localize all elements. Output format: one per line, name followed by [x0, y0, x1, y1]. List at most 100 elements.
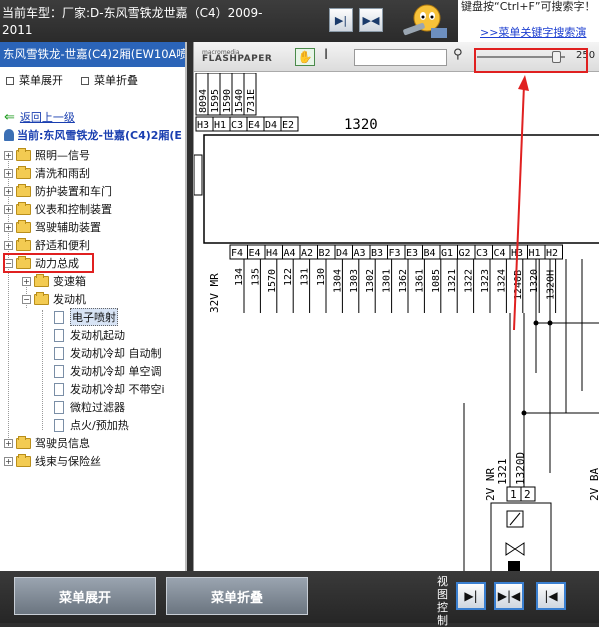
tree-item[interactable]: + 照明—信号 [4, 146, 90, 164]
left-panel: 东风雪铁龙-世嘉(C4)2厢(EW10A喷 菜单展开 菜单折叠 ⇐ 返回上一级 当… [0, 42, 187, 571]
folder-icon [34, 273, 49, 287]
view-split-button[interactable]: ▶|◀ [494, 582, 524, 610]
plus-icon: + [4, 204, 13, 214]
view-left-button[interactable]: ▶| [329, 8, 353, 32]
injector-nozzle [508, 561, 520, 571]
junction-dot [521, 410, 527, 416]
highlight-box [474, 48, 588, 73]
folder-icon [16, 453, 31, 467]
tree-item[interactable]: 发动机冷却 自动制 [54, 344, 162, 362]
minus-icon: − [22, 294, 31, 304]
tree-item[interactable]: + 变速箱 [22, 272, 86, 290]
connector-pin-2: 2 [524, 488, 531, 501]
expand-menu-button[interactable]: 菜单展开 [14, 577, 156, 615]
flash-viewer: macromedia FLASHPAPER ✋ I ⚲ 250 8094 1595 1… [193, 42, 599, 571]
tree-label: 照明—信号 [35, 149, 90, 162]
tree-item[interactable]: − 发动机 [22, 290, 86, 308]
tree-item-selected[interactable]: 电子喷射 [54, 308, 118, 326]
pin-label: F4 [231, 248, 243, 259]
junction-dot [547, 320, 553, 326]
tree-item[interactable]: 发动机起动 [54, 326, 125, 344]
code-label: 1540 [234, 89, 245, 113]
document-icon [54, 382, 64, 396]
folder-icon [16, 219, 31, 233]
pin-label: G1 [441, 248, 453, 259]
collapse-menu-link[interactable]: 菜单折叠 [81, 72, 138, 88]
arrow-right-bar-icon: ▶| [464, 589, 478, 603]
top-codes: 8094 1595 1590 1540 731E [195, 73, 257, 116]
tree-guide-line [42, 310, 43, 430]
search-icon[interactable]: ⚲ [453, 47, 463, 62]
wire-label: 1303 [349, 269, 360, 293]
search-demo-link[interactable]: >>菜单关键字搜索演 [480, 26, 586, 39]
top-pins: H3 H1 C3 E4 D4 E2 [195, 116, 299, 132]
arrow-left-bar-icon: |◀ [544, 589, 558, 603]
plus-icon: + [4, 222, 13, 232]
text-cursor-icon: I [324, 47, 329, 63]
pin-label: A2 [301, 248, 313, 259]
plus-icon: + [4, 150, 13, 160]
current-label: 当前:东风雪铁龙-世嘉(C4)2厢(E [17, 129, 182, 142]
expand-menu-link[interactable]: 菜单展开 [6, 72, 63, 88]
folder-icon [16, 183, 31, 197]
top-pin-label: C3 [231, 120, 243, 131]
connector-pin-1: 1 [510, 488, 517, 501]
tree-label: 变速箱 [53, 275, 86, 288]
wire-label: 134 [234, 268, 245, 286]
top-pin-label: D4 [265, 120, 277, 131]
search-hint: 键盘按“Ctrl+F”可搜索字！ >>菜单关键字搜索演 [458, 0, 599, 42]
hand-icon: ✋ [297, 50, 313, 64]
wire-label: 1304 [332, 269, 343, 293]
vehicle-icon [4, 129, 14, 141]
plus-icon: + [4, 456, 13, 466]
viewer-toolbar: macromedia FLASHPAPER ✋ I ⚲ 250 [194, 42, 599, 73]
pin-label: B2 [319, 248, 331, 259]
document-icon [54, 328, 64, 342]
wire-label: 131 [300, 268, 311, 286]
tree-item[interactable]: 发动机冷却 单空调 [54, 362, 162, 380]
tree-label: 微粒过滤器 [70, 401, 125, 414]
pin-label: C4 [494, 248, 506, 259]
tree-item[interactable]: + 清洗和雨刮 [4, 164, 90, 182]
view-split-button[interactable]: ▶◀ [359, 8, 383, 32]
tree-item[interactable]: + 线束与保险丝 [4, 452, 101, 470]
pin-label: A4 [284, 248, 296, 259]
back-link[interactable]: ⇐ 返回上一级 [4, 108, 75, 126]
expand-label: 菜单展开 [19, 74, 63, 87]
top-pin-label: H1 [214, 120, 226, 131]
code-label: 731E [246, 89, 257, 113]
pin-label: H2 [546, 248, 558, 259]
wire-label: 130 [316, 268, 327, 286]
tree-label: 线束与保险丝 [35, 455, 101, 468]
tree-item[interactable]: + 仪表和控制装置 [4, 200, 112, 218]
tree-item[interactable]: 微粒过滤器 [54, 398, 125, 416]
tree-item[interactable]: + 舒适和便利 [4, 236, 90, 254]
mascot-icon [403, 4, 447, 38]
tree-item[interactable]: + 驾驶员信息 [4, 434, 90, 452]
tree-item[interactable]: + 防护装置和车门 [4, 182, 112, 200]
hand-tool-button[interactable]: ✋ [295, 48, 315, 66]
document-icon [54, 346, 64, 360]
collapse-icon [81, 77, 89, 85]
text-select-button[interactable]: I [324, 47, 328, 63]
pin-label: G2 [459, 248, 471, 259]
pin-label: F3 [389, 248, 401, 259]
tree-label: 发动机冷却 不带空i [70, 383, 165, 396]
injector-body [490, 502, 552, 571]
view-left-button[interactable]: ▶| [456, 582, 486, 610]
wire-label: 1361 [414, 269, 425, 293]
tree-item[interactable]: 发动机冷却 不带空i [54, 380, 165, 398]
tree-item[interactable]: 点火/预加热 [54, 416, 129, 434]
find-input[interactable] [354, 49, 447, 66]
view-right-button[interactable]: |◀ [536, 582, 566, 610]
pin-label: H1 [529, 248, 541, 259]
tree-label: 发动机冷却 单空调 [70, 365, 162, 378]
bottom-wire-1321: 1321 [496, 459, 509, 486]
tree-item[interactable]: + 驾驶辅助装置 [4, 218, 101, 236]
bottom-wire-1320D: 1320D [514, 452, 527, 485]
wire-label: 1301 [382, 269, 393, 293]
hint-text: 键盘按“Ctrl+F”可搜索字！ [461, 0, 596, 13]
document-icon [54, 418, 64, 432]
view-control-label: 视图控制 [437, 575, 448, 627]
collapse-menu-button[interactable]: 菜单折叠 [166, 577, 308, 615]
